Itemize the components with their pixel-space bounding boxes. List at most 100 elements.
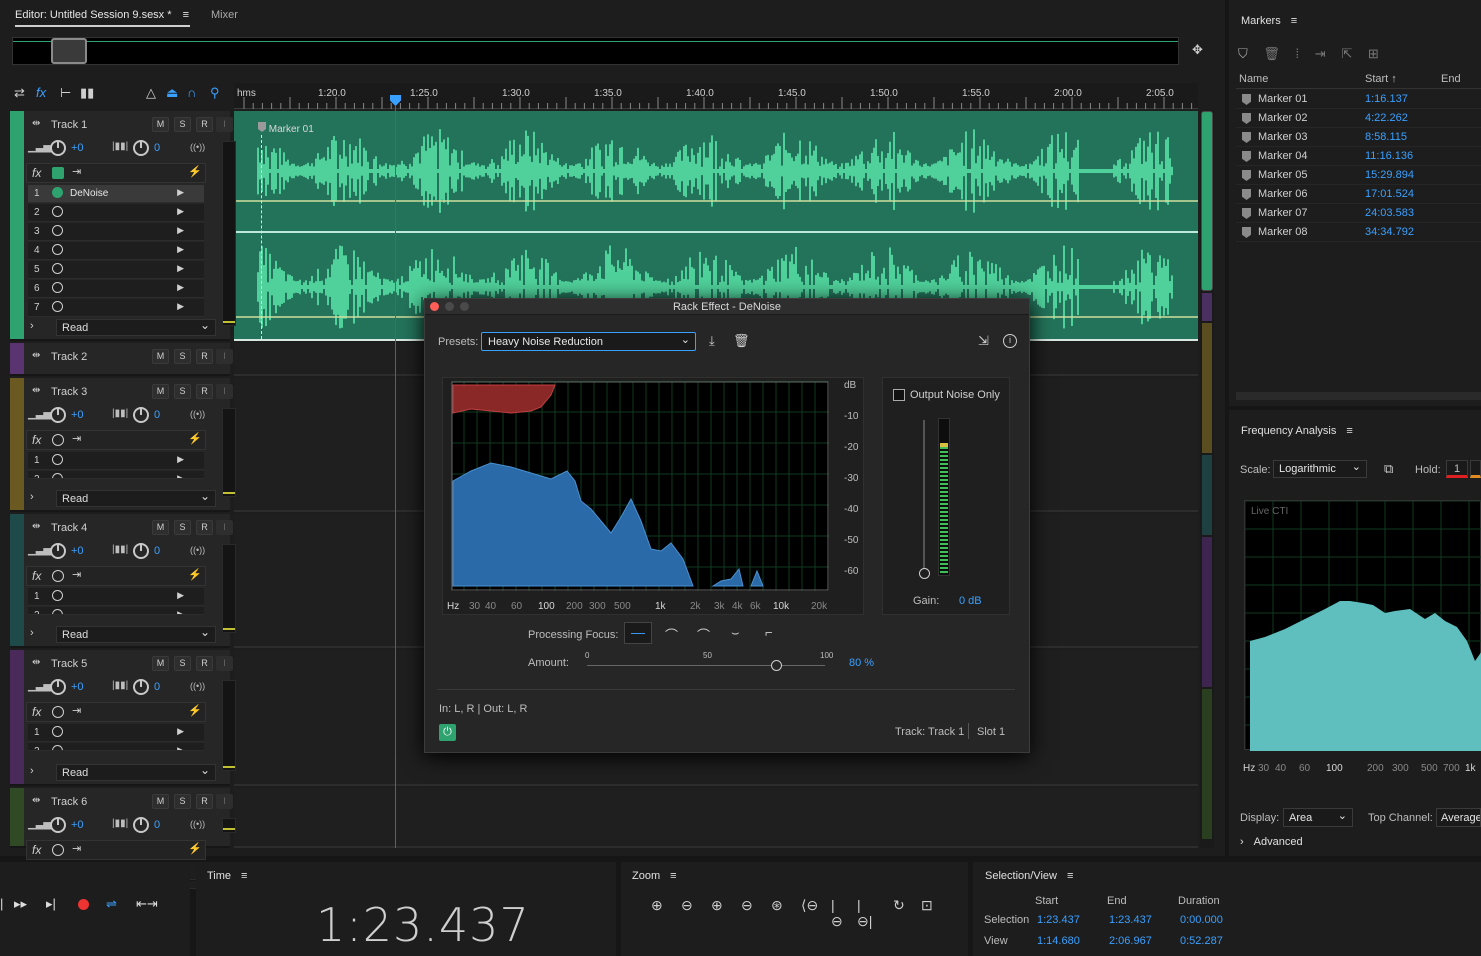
fx-slot-power-icon[interactable] [52, 187, 63, 198]
marker-row[interactable]: Marker 04 11:16.136 [1236, 147, 1481, 166]
batch-marker-icon[interactable]: ⊞ [1368, 46, 1379, 61]
marker-start[interactable]: 1:16.137 [1365, 93, 1408, 105]
zoom-in-point-icon[interactable]: ⟨⊖ [801, 897, 818, 914]
dialog-titlebar[interactable]: Rack Effect - DeNoise [425, 299, 1029, 315]
tab-mixer[interactable]: Mixer [211, 9, 238, 21]
track-s-button[interactable]: S [174, 794, 191, 809]
fx-slot[interactable]: 1▶ [28, 588, 204, 606]
fx-slot-arrow-icon[interactable]: ▶ [177, 225, 184, 236]
track-s-button[interactable]: S [174, 117, 191, 132]
pan-knob[interactable] [133, 543, 149, 559]
zoom-reset-icon[interactable]: ↻ [893, 897, 905, 914]
fx-slot[interactable]: 3 ▶ [28, 223, 204, 241]
track-name[interactable]: Track 6 [51, 796, 87, 808]
fx-slot-power-icon[interactable] [52, 282, 63, 293]
zoom-in-amplitude-icon[interactable]: ⊕ [651, 897, 663, 914]
zoom-menu-icon[interactable]: ≡ [670, 870, 676, 882]
fx-slot[interactable]: 2▶ [28, 607, 204, 615]
volume-value[interactable]: +0 [71, 142, 84, 154]
fx-slot-arrow-icon[interactable]: ▶ [177, 301, 184, 312]
marker-row[interactable]: Marker 07 24:03.583 [1236, 204, 1481, 223]
fx-slot-power-icon[interactable] [52, 225, 63, 236]
fx-slot-arrow-icon[interactable]: ▶ [177, 206, 184, 217]
selection-duration[interactable]: 0:00.000 [1180, 914, 1223, 926]
clip-marker[interactable]: Marker 01 [258, 122, 314, 135]
fx-slot-power-icon[interactable] [52, 244, 63, 255]
automation-mode-select[interactable]: Read [56, 318, 216, 336]
fx-send-icon[interactable]: ⇥ [72, 842, 81, 855]
selection-start[interactable]: 1:23.437 [1037, 914, 1080, 926]
track-s-button[interactable]: S [174, 349, 191, 364]
track-i-button[interactable]: I [216, 520, 233, 535]
track-m-button[interactable]: M [152, 349, 169, 364]
volume-value[interactable]: +0 [71, 681, 84, 693]
fx-slot-power-icon[interactable] [52, 263, 63, 274]
focus-high-icon[interactable]: ⌐ [765, 625, 773, 640]
merge-marker-icon[interactable]: ⁞ [1296, 46, 1300, 61]
marker-start[interactable]: 8:58.115 [1365, 131, 1407, 143]
insert-marker-icon[interactable]: ⇥ [1315, 46, 1326, 61]
track-header-4[interactable]: ⇹Track 4MSRI▁▃▅+0|▮▮|0((•))fx⇥⚡1▶2▶›Read [10, 514, 236, 648]
delete-marker-icon[interactable]: 🗑 [1263, 46, 1280, 61]
automation-mode-select[interactable]: Read [56, 625, 216, 643]
marker-toolbar-icon[interactable]: ⚲ [210, 85, 220, 101]
fx-slot[interactable]: 2▶ [28, 743, 204, 751]
lane-track-6[interactable] [234, 788, 1198, 848]
metronome-icon[interactable]: △ [146, 85, 156, 101]
fx-slot-arrow-icon[interactable]: ▶ [177, 745, 184, 750]
track-i-button[interactable]: I [216, 384, 233, 399]
markers-col-end[interactable]: End [1441, 73, 1461, 85]
fx-slot-arrow-icon[interactable]: ▶ [177, 244, 184, 255]
markers-menu-icon[interactable]: ≡ [1291, 15, 1297, 27]
track-drag-icon[interactable]: ⇹ [32, 118, 40, 129]
effect-power-button[interactable]: ⏻ [439, 724, 456, 741]
track-r-button[interactable]: R [196, 384, 213, 399]
headphones-icon[interactable]: ∩ [187, 85, 196, 100]
focus-mid-icon[interactable]: ⌒ [697, 625, 710, 644]
overview-viewport-handle[interactable] [51, 38, 87, 64]
track-s-button[interactable]: S [174, 520, 191, 535]
export-marker-icon[interactable]: ⇱ [1341, 46, 1352, 61]
gain-slider-track[interactable] [923, 420, 925, 570]
amount-value[interactable]: 80 % [849, 657, 874, 669]
markers-scrollbar[interactable] [1236, 392, 1481, 400]
fx-slot[interactable]: 1 DeNoise ▶ [28, 185, 204, 203]
view-start[interactable]: 1:14.680 [1037, 935, 1080, 947]
view-end[interactable]: 2:06.967 [1109, 935, 1152, 947]
copy-icon[interactable]: ⧉ [1384, 461, 1393, 477]
editor-vertical-scrollbar[interactable] [1200, 111, 1214, 848]
track-drag-icon[interactable]: ⇹ [32, 350, 40, 361]
chevron-right-icon[interactable]: › [30, 320, 34, 332]
pan-value[interactable]: 0 [154, 819, 160, 831]
hold-slot-2[interactable] [1470, 460, 1481, 478]
output-noise-checkbox[interactable] [893, 389, 905, 401]
fx-slot[interactable]: 2▶ [28, 204, 204, 222]
fx-power-icon[interactable] [52, 434, 64, 446]
fx-slot[interactable]: 2▶ [28, 471, 204, 479]
hold-slot-1[interactable]: 1 [1446, 460, 1468, 478]
advanced-expander[interactable]: › Advanced [1240, 836, 1303, 848]
pan-value[interactable]: 0 [154, 142, 160, 154]
fx-icon[interactable]: fx [32, 705, 41, 719]
editor-menu-icon[interactable]: ≡ [183, 9, 189, 21]
track-drag-icon[interactable]: ⇹ [32, 521, 40, 532]
pan-value[interactable]: 0 [154, 681, 160, 693]
track-i-button[interactable]: I [216, 656, 233, 671]
marker-start[interactable]: 11:16.136 [1365, 150, 1413, 162]
zoom-out-time-icon[interactable]: ⊖ [741, 897, 753, 914]
markers-col-name[interactable]: Name [1239, 73, 1268, 85]
track-header-6[interactable]: ⇹Track 6MSRI▁▃▅+0|▮▮|0((•))fx⇥⚡1▶2▶ [10, 788, 236, 889]
add-marker-icon[interactable]: ⛉ [1238, 46, 1248, 61]
view-duration[interactable]: 0:52.287 [1180, 935, 1223, 947]
fx-send-icon[interactable]: ⇥ [72, 432, 81, 445]
input-monitor-icon[interactable]: ⏏ [166, 85, 178, 101]
pan-knob[interactable] [133, 679, 149, 695]
marker-start[interactable]: 24:03.583 [1365, 207, 1414, 219]
volume-knob[interactable] [50, 543, 66, 559]
routing-icon[interactable]: ⇲ [978, 333, 989, 349]
track-drag-icon[interactable]: ⇹ [32, 385, 40, 396]
marker-row[interactable]: Marker 01 1:16.137 [1236, 90, 1481, 109]
fx-icon[interactable]: fx [32, 433, 41, 447]
track-r-button[interactable]: R [196, 794, 213, 809]
pan-knob[interactable] [133, 817, 149, 833]
